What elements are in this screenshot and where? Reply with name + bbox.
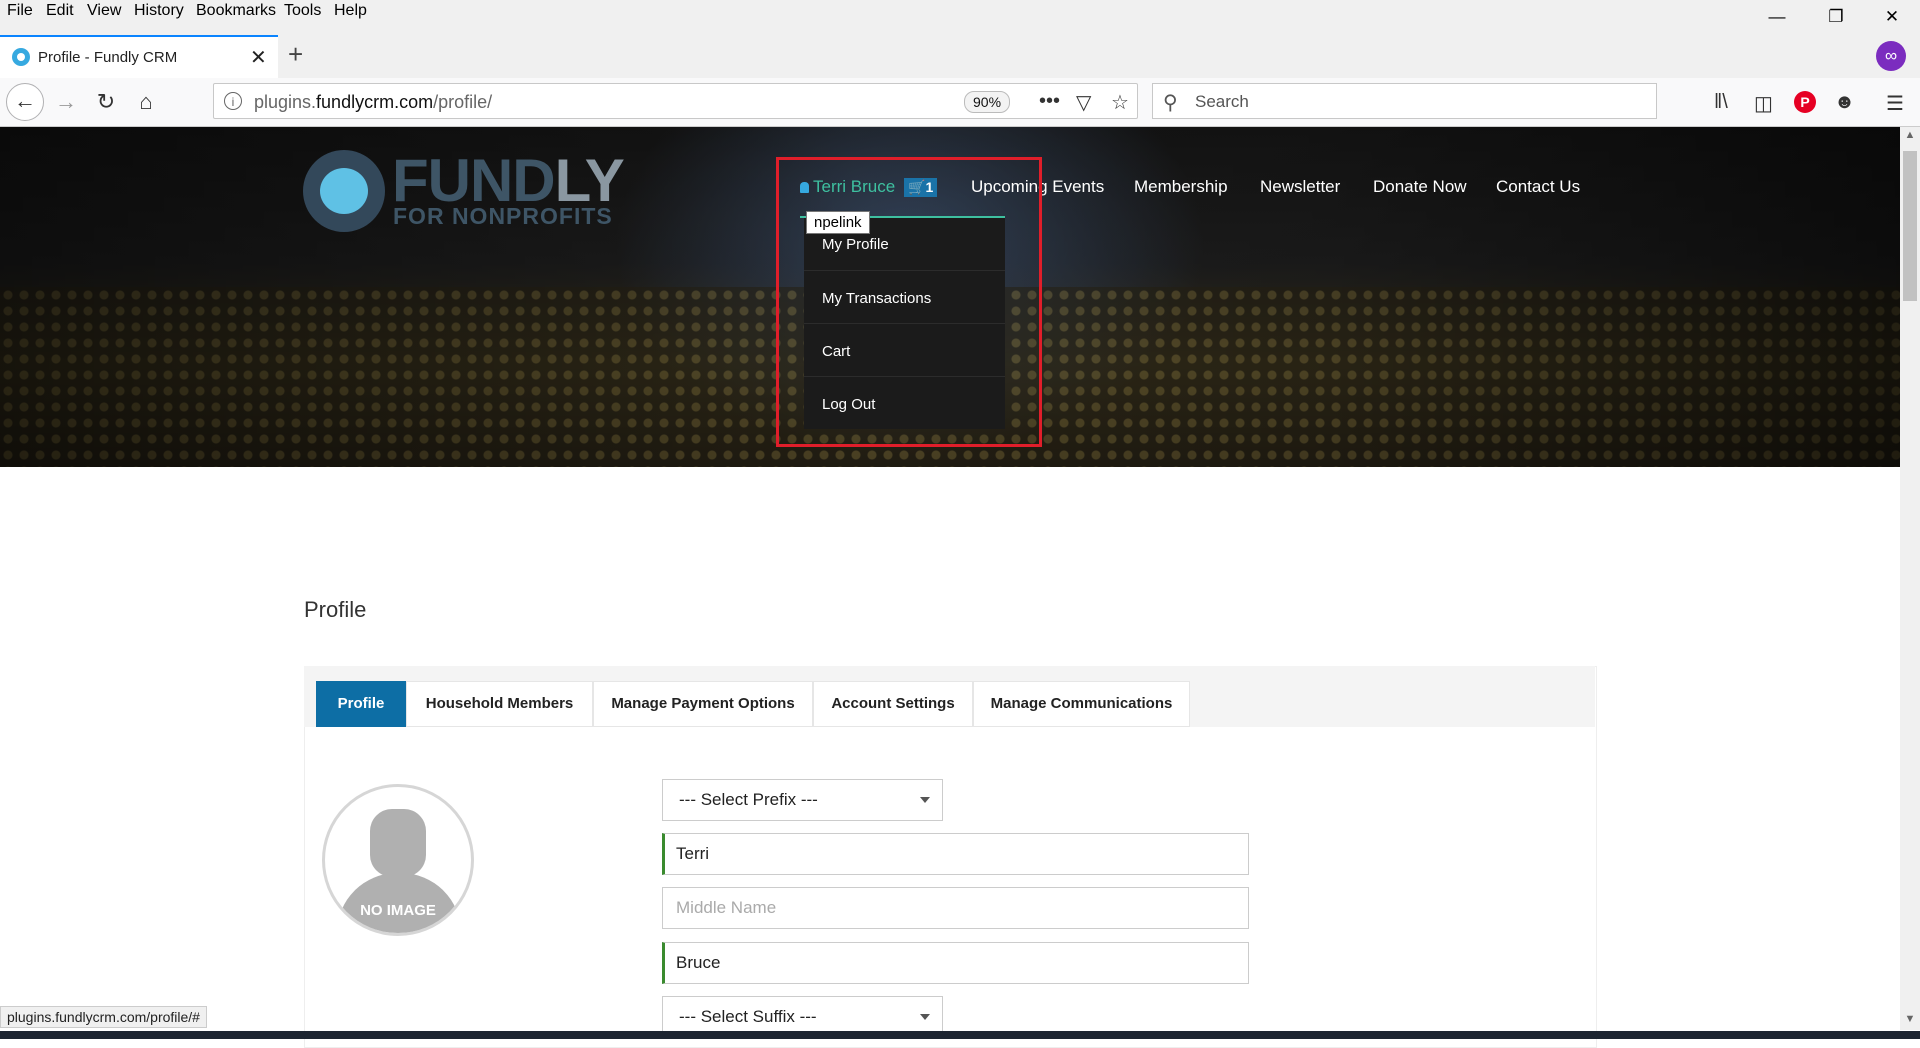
avatar-no-image-label: NO IMAGE: [360, 902, 436, 919]
page-title: Profile: [304, 597, 367, 622]
vertical-scrollbar[interactable]: ▲ ▼: [1900, 127, 1920, 1030]
menu-file[interactable]: File: [7, 2, 33, 20]
new-tab-icon[interactable]: +: [288, 41, 303, 67]
menu-bookmarks[interactable]: Bookmarks: [196, 2, 276, 20]
first-name-field[interactable]: Terri: [662, 833, 1249, 875]
fundly-logo-icon[interactable]: [303, 150, 385, 232]
zoom-indicator[interactable]: 90%: [964, 91, 1011, 113]
reload-icon[interactable]: ↻: [88, 84, 124, 120]
search-bar[interactable]: ⚲ Search: [1152, 83, 1657, 119]
forward-arrow-icon[interactable]: →: [48, 84, 84, 120]
private-mask-icon[interactable]: ∞: [1876, 41, 1906, 71]
tab-profile[interactable]: Profile: [316, 681, 406, 727]
avatar-head-icon: [370, 809, 426, 877]
more-actions-icon[interactable]: •••: [1039, 90, 1060, 113]
bookmark-star-icon[interactable]: ☆: [1111, 90, 1129, 115]
library-icon[interactable]: ‖\: [1714, 91, 1728, 114]
middle-name-field[interactable]: Middle Name: [662, 887, 1249, 929]
tab-household-members[interactable]: Household Members: [406, 681, 593, 727]
scroll-down-icon[interactable]: ▼: [1900, 1013, 1920, 1025]
browser-tab[interactable]: Profile - Fundly CRM ✕: [0, 35, 278, 78]
prefix-select[interactable]: --- Select Prefix ---: [662, 779, 943, 821]
tab-title: Profile - Fundly CRM: [38, 49, 178, 66]
last-name-field[interactable]: Bruce: [662, 942, 1249, 984]
sidebar-icon[interactable]: ◫: [1754, 91, 1773, 116]
tab-manage-communications[interactable]: Manage Communications: [973, 681, 1190, 727]
tab-manage-payment-options[interactable]: Manage Payment Options: [593, 681, 813, 727]
nav-newsletter[interactable]: Newsletter: [1260, 177, 1340, 197]
nav-donate-now[interactable]: Donate Now: [1373, 177, 1467, 197]
pinterest-icon[interactable]: P: [1794, 91, 1816, 113]
logo-tagline: FOR NONPROFITS: [393, 203, 613, 229]
scrollbar-thumb[interactable]: [1903, 151, 1917, 301]
search-icon: ⚲: [1163, 92, 1178, 114]
nav-membership[interactable]: Membership: [1134, 177, 1228, 197]
tab-strip: Profile - Fundly CRM ✕ + ∞: [0, 25, 1920, 78]
site-info-icon[interactable]: i: [224, 92, 242, 110]
menu-edit[interactable]: Edit: [46, 2, 74, 20]
close-tab-icon[interactable]: ✕: [250, 45, 267, 70]
status-url: plugins.fundlycrm.com/profile/#: [0, 1006, 207, 1028]
menu-tools[interactable]: Tools: [284, 2, 321, 20]
nav-toolbar: ← → ↻ ⌂ i plugins.fundlycrm.com/profile/…: [0, 78, 1920, 127]
menu-history[interactable]: History: [134, 2, 184, 20]
home-icon[interactable]: ⌂: [128, 84, 164, 120]
search-input[interactable]: Search: [1195, 92, 1249, 112]
pocket-icon[interactable]: ▽: [1076, 90, 1091, 115]
fundly-favicon-icon: [12, 48, 30, 66]
url-bar[interactable]: i plugins.fundlycrm.com/profile/ 90% •••…: [213, 83, 1138, 119]
back-arrow-icon[interactable]: ←: [6, 83, 44, 121]
annotation-highlight-box: [776, 157, 1042, 447]
avatar[interactable]: NO IMAGE: [322, 784, 474, 936]
menu-view[interactable]: View: [87, 2, 121, 20]
taskbar: [0, 1031, 1920, 1039]
menu-help[interactable]: Help: [334, 2, 367, 20]
scroll-up-icon[interactable]: ▲: [1900, 129, 1920, 141]
menu-bar: File Edit View History Bookmarks Tools H…: [0, 0, 1920, 26]
hamburger-menu-icon[interactable]: ☰: [1886, 91, 1904, 116]
account-icon[interactable]: ☻: [1834, 91, 1855, 114]
nav-contact-us[interactable]: Contact Us: [1496, 177, 1580, 197]
url-text[interactable]: plugins.fundlycrm.com/profile/: [254, 92, 492, 113]
tab-account-settings[interactable]: Account Settings: [813, 681, 973, 727]
